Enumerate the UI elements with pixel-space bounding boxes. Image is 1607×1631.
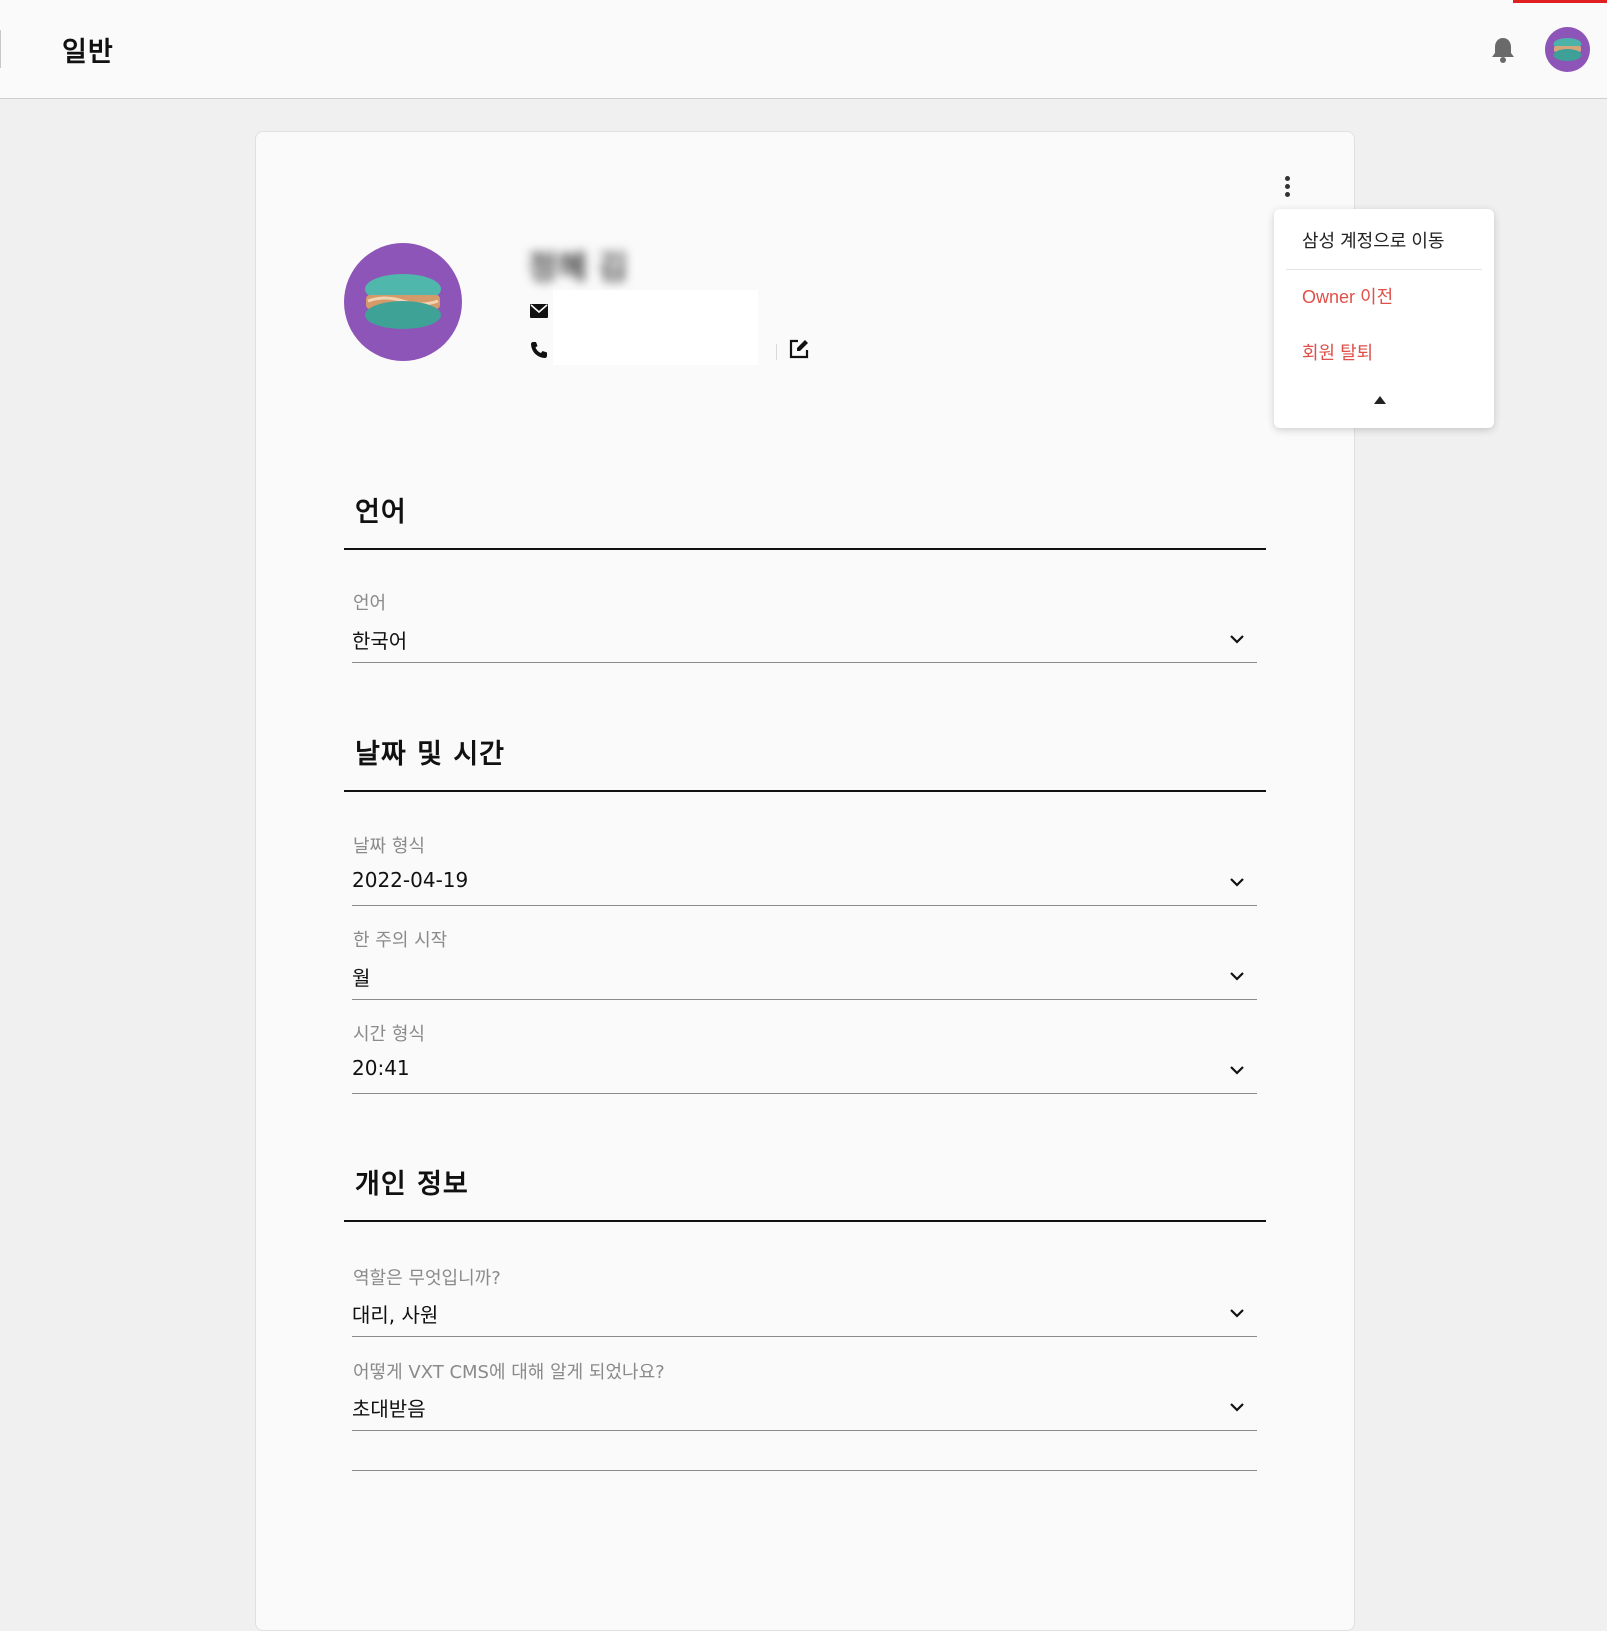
kebab-menu-icon[interactable] <box>1277 176 1297 200</box>
field-label-role: 역할은 무엇입니까? <box>353 1268 501 1289</box>
section-title-personal: 개인 정보 <box>355 1169 469 1200</box>
chevron-up-icon[interactable] <box>1374 396 1386 404</box>
section-divider <box>344 790 1266 792</box>
section-divider <box>344 548 1266 550</box>
chevron-down-icon <box>1230 972 1244 981</box>
profile-avatar <box>344 243 462 361</box>
menu-divider <box>1286 269 1482 270</box>
field-label-referral: 어떻게 VXT CMS에 대해 알게 되었나요? <box>353 1362 665 1383</box>
field-label-week-start: 한 주의 시작 <box>353 930 448 951</box>
date-format-value: 2022-04-19 <box>352 868 469 892</box>
week-start-select[interactable]: 월 <box>352 960 1257 1000</box>
role-value: 대리, 사원 <box>352 1303 439 1327</box>
field-divider <box>352 1470 1257 1471</box>
edit-icon[interactable] <box>788 338 810 360</box>
language-select[interactable]: 한국어 <box>352 623 1257 663</box>
top-bar: 일반 <box>0 0 1607 99</box>
divider <box>776 344 777 360</box>
section-divider <box>344 1220 1266 1222</box>
referral-select[interactable]: 초대받음 <box>352 1391 1257 1431</box>
time-format-value: 20:41 <box>352 1056 410 1080</box>
menu-item-owner-transfer[interactable]: Owner 이전 <box>1302 283 1393 309</box>
avatar[interactable] <box>1545 27 1590 72</box>
referral-value: 초대받음 <box>352 1397 426 1421</box>
time-format-select[interactable]: 20:41 <box>352 1054 1257 1094</box>
chevron-down-icon <box>1230 878 1244 887</box>
chevron-down-icon <box>1230 635 1244 644</box>
phone-icon <box>530 341 548 359</box>
chevron-down-icon <box>1230 1309 1244 1318</box>
divider <box>0 30 1 68</box>
role-select[interactable]: 대리, 사원 <box>352 1297 1257 1337</box>
section-title-datetime: 날짜 및 시간 <box>355 739 505 770</box>
field-label-language: 언어 <box>353 593 387 614</box>
page-title: 일반 <box>62 37 114 68</box>
mail-icon <box>530 303 548 318</box>
contact-info-redacted <box>553 290 758 365</box>
menu-item-withdraw[interactable]: 회원 탈퇴 <box>1302 339 1373 365</box>
language-value: 한국어 <box>352 629 408 653</box>
field-label-time-format: 시간 형식 <box>353 1024 425 1045</box>
profile-name: 정혜 김 <box>528 248 628 286</box>
week-start-value: 월 <box>352 966 371 990</box>
chevron-down-icon <box>1230 1066 1244 1075</box>
field-label-date-format: 날짜 형식 <box>353 836 425 857</box>
menu-item-samsung-account[interactable]: 삼성 계정으로 이동 <box>1302 227 1444 253</box>
chevron-down-icon <box>1230 1403 1244 1412</box>
accent-line <box>1513 0 1607 3</box>
date-format-select[interactable]: 2022-04-19 <box>352 866 1257 906</box>
bell-icon[interactable] <box>1490 36 1516 64</box>
section-title-language: 언어 <box>355 497 407 528</box>
options-menu: 삼성 계정으로 이동 Owner 이전 회원 탈퇴 <box>1274 209 1494 428</box>
